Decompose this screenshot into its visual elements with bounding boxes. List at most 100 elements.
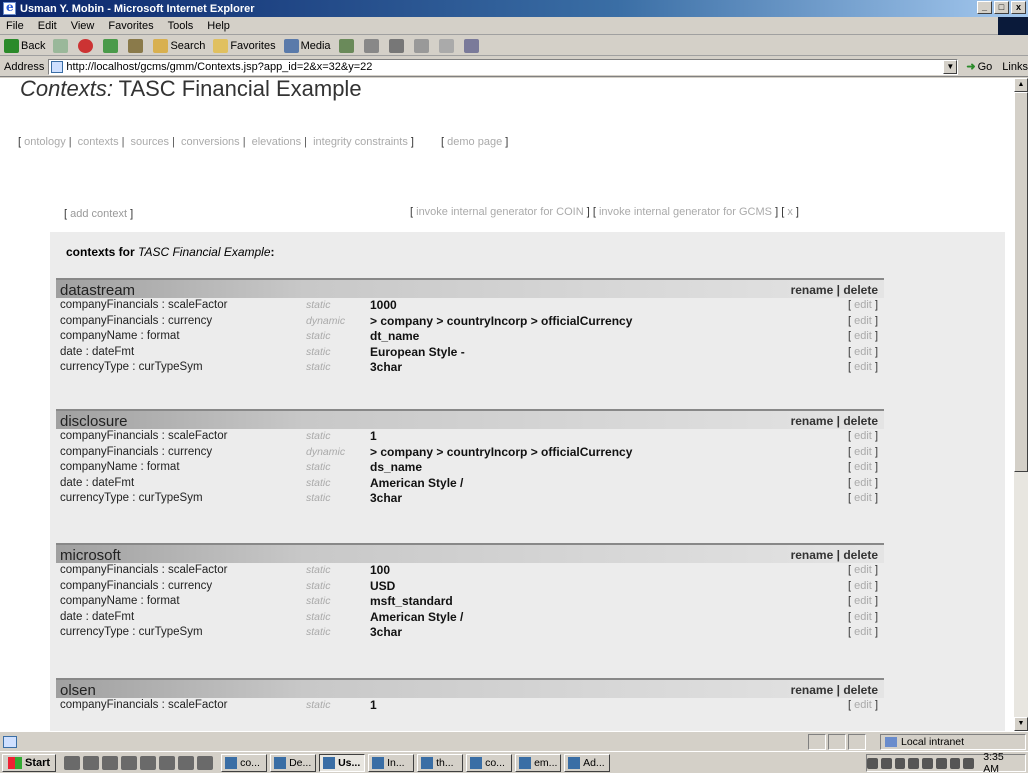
add-context-link[interactable]: add context: [70, 208, 127, 220]
task-button-active[interactable]: Us...: [319, 753, 366, 772]
menu-edit[interactable]: Edit: [38, 20, 57, 32]
rename-link[interactable]: rename: [791, 683, 834, 697]
go-button[interactable]: ➜ Go: [966, 60, 992, 74]
address-dropdown-icon[interactable]: ▼: [943, 59, 958, 74]
messenger-button[interactable]: [463, 38, 481, 53]
maximize-button[interactable]: □: [994, 1, 1009, 14]
scroll-thumb[interactable]: [1014, 92, 1028, 472]
back-button[interactable]: Back: [4, 38, 45, 53]
task-button[interactable]: In...: [368, 753, 415, 772]
menu-help[interactable]: Help: [207, 20, 230, 32]
task-button[interactable]: th...: [417, 753, 464, 772]
tray-icon[interactable]: [908, 757, 920, 769]
delete-link[interactable]: delete: [843, 283, 878, 297]
vertical-scrollbar[interactable]: ▲ ▼: [1014, 78, 1028, 731]
quicklaunch-icon[interactable]: [178, 755, 195, 770]
task-button[interactable]: De...: [270, 753, 317, 772]
quicklaunch-icon[interactable]: [197, 755, 214, 770]
edit-link[interactable]: [ edit ]: [848, 595, 878, 607]
quicklaunch-icon[interactable]: [102, 755, 119, 770]
task-button[interactable]: co...: [221, 753, 268, 772]
rename-link[interactable]: rename: [791, 414, 834, 428]
delete-link[interactable]: delete: [843, 548, 878, 562]
scroll-up-icon[interactable]: ▲: [1014, 78, 1028, 92]
edit-link[interactable]: [ edit ]: [848, 580, 878, 592]
home-button[interactable]: [128, 38, 145, 53]
minimize-button[interactable]: _: [977, 1, 992, 14]
quicklaunch-icon[interactable]: [121, 755, 138, 770]
search-button[interactable]: Search: [153, 38, 205, 53]
forward-button[interactable]: [53, 38, 70, 53]
nav-ontology[interactable]: ontology: [24, 136, 66, 148]
context-row: companyFinancials : scaleFactor static 100…: [56, 298, 884, 314]
invoke-gcms-generator-link[interactable]: invoke internal generator for GCMS: [599, 206, 772, 218]
edit-link[interactable]: [ edit ]: [848, 315, 878, 327]
edit-link[interactable]: [ edit ]: [848, 611, 878, 623]
edit-link[interactable]: [ edit ]: [848, 492, 878, 504]
tray-icon[interactable]: [880, 757, 892, 769]
edit-page-button[interactable]: [413, 38, 431, 53]
tray-icon[interactable]: [949, 757, 961, 769]
edit-link[interactable]: [ edit ]: [848, 299, 878, 311]
discuss-button[interactable]: [438, 38, 456, 53]
edit-link[interactable]: [ edit ]: [848, 564, 878, 576]
edit-link[interactable]: [ edit ]: [848, 626, 878, 638]
rename-link[interactable]: rename: [791, 283, 834, 297]
edit-link[interactable]: [ edit ]: [848, 477, 878, 489]
task-button[interactable]: em...: [515, 753, 562, 772]
rename-link[interactable]: rename: [791, 548, 834, 562]
nav-integrity-constraints[interactable]: integrity constraints: [313, 136, 408, 148]
history-button[interactable]: [338, 38, 356, 53]
tray-icon[interactable]: [922, 757, 933, 769]
delete-link[interactable]: delete: [843, 683, 878, 697]
task-button[interactable]: Ad...: [564, 753, 611, 772]
tray-icon[interactable]: [935, 757, 947, 769]
context-block-1: disclosure rename | delete companyFinancia…: [56, 409, 884, 507]
close-button[interactable]: x: [1011, 1, 1026, 14]
task-button[interactable]: co...: [466, 753, 513, 772]
media-button[interactable]: Media: [283, 38, 331, 53]
favorites-button[interactable]: Favorites: [213, 38, 276, 53]
refresh-button[interactable]: [103, 38, 120, 53]
start-button[interactable]: Start: [2, 753, 57, 772]
menu-view[interactable]: View: [71, 20, 95, 32]
edit-link[interactable]: [ edit ]: [848, 430, 878, 442]
stop-button[interactable]: [78, 38, 95, 53]
context-field: currencyType : curTypeSym: [60, 361, 203, 373]
menu-file[interactable]: File: [6, 20, 24, 32]
links-button[interactable]: Links: [1002, 61, 1028, 73]
tray-icon[interactable]: [894, 757, 906, 769]
context-actions: rename | delete: [790, 414, 878, 428]
menu-tools[interactable]: Tools: [168, 20, 194, 32]
close-generator-link[interactable]: x: [787, 206, 793, 218]
nav-elevations[interactable]: elevations: [252, 136, 302, 148]
quicklaunch-icon[interactable]: [159, 755, 176, 770]
demo-page-link[interactable]: demo page: [447, 136, 502, 148]
scroll-down-icon[interactable]: ▼: [1014, 717, 1028, 731]
nav-contexts[interactable]: contexts: [78, 136, 119, 148]
quicklaunch-icon[interactable]: [140, 755, 157, 770]
edit-link[interactable]: [ edit ]: [848, 346, 878, 358]
address-input[interactable]: http://localhost/gcms/gmm/Contexts.jsp?a…: [48, 58, 959, 75]
tray-icon[interactable]: [866, 757, 878, 769]
delete-link[interactable]: delete: [843, 414, 878, 428]
edit-link[interactable]: [ edit ]: [848, 361, 878, 373]
quicklaunch-icon[interactable]: [64, 755, 81, 770]
edit-link[interactable]: [ edit ]: [848, 461, 878, 473]
nav-conversions[interactable]: conversions: [181, 136, 240, 148]
nav-sources[interactable]: sources: [131, 136, 170, 148]
print-button[interactable]: [388, 38, 406, 53]
edit-link[interactable]: [ edit ]: [848, 699, 878, 711]
context-row: date : dateFmt static European Style - [ ed…: [56, 345, 884, 361]
context-value: 1000: [370, 298, 397, 312]
invoke-coin-generator-link[interactable]: invoke internal generator for COIN: [416, 206, 584, 218]
mail-button[interactable]: [363, 38, 381, 53]
menu-favorites[interactable]: Favorites: [108, 20, 153, 32]
edit-link[interactable]: [ edit ]: [848, 446, 878, 458]
quicklaunch-icon[interactable]: [83, 755, 100, 770]
edit-label: edit: [854, 564, 872, 576]
context-value: dt_name: [370, 329, 420, 343]
tray-icon[interactable]: [963, 757, 975, 769]
edit-link[interactable]: [ edit ]: [848, 330, 878, 342]
window-title-bar[interactable]: Usman Y. Mobin - Microsoft Internet Expl…: [0, 0, 1028, 17]
